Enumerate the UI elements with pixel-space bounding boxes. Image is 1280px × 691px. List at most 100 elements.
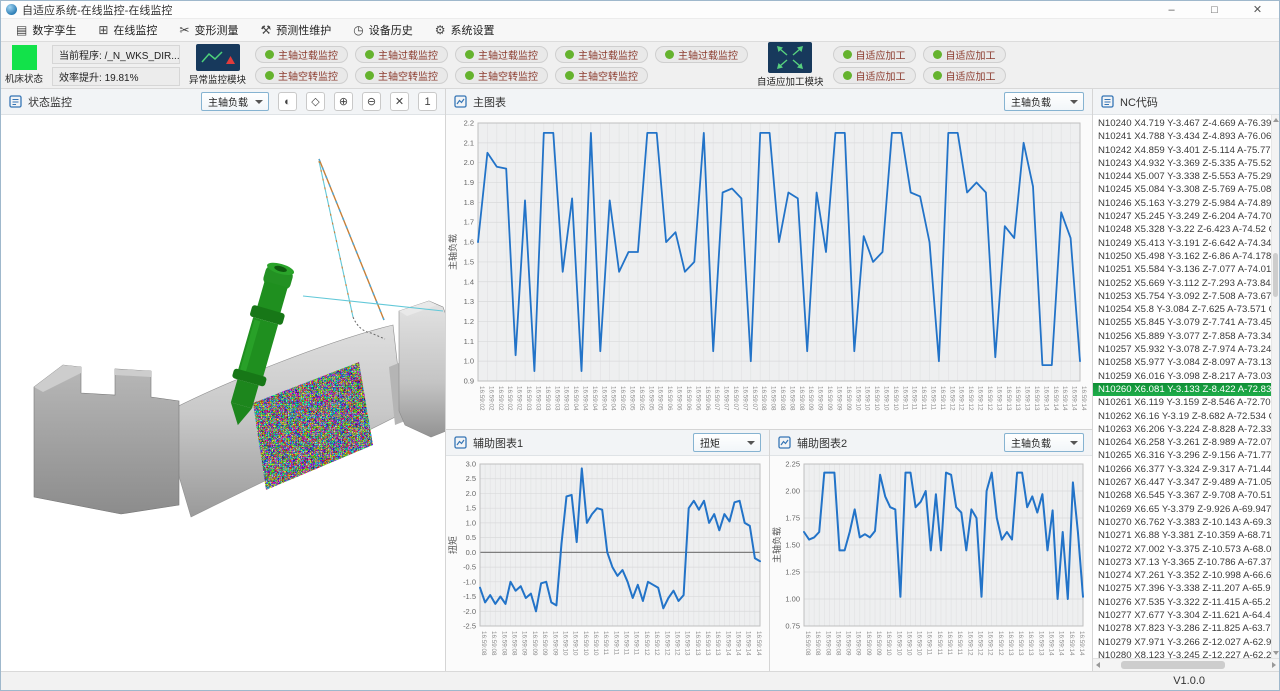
svg-text:16:59:13: 16:59:13 xyxy=(694,631,701,656)
adaptive-machining-button[interactable]: 自适应加工 xyxy=(833,46,916,63)
nc-line[interactable]: N10256 X5.889 Y-3.077 Z-7.858 A-73.348 xyxy=(1093,330,1271,343)
adaptive-machining-button[interactable]: 自适应加工 xyxy=(923,67,1006,84)
nc-line[interactable]: N10267 X6.447 Y-3.347 Z-9.489 A-71.055 xyxy=(1093,476,1271,489)
menu-item-deformation-measure[interactable]: ✂ 变形测量 xyxy=(168,19,249,41)
nc-line[interactable]: N10274 X7.261 Y-3.352 Z-10.998 A-66.67 xyxy=(1093,569,1271,582)
scroll-left-arrow-icon[interactable] xyxy=(1096,662,1100,668)
menu-item-digital-twin[interactable]: ▤ 数字孪生 xyxy=(5,19,87,41)
spindle-overload-monitor-button[interactable]: 主轴过载监控 xyxy=(355,46,448,63)
view-signal-dropdown[interactable]: 主轴负载 xyxy=(201,92,269,111)
svg-text:16:59:08: 16:59:08 xyxy=(779,386,786,411)
nc-line[interactable]: N10280 X8.123 Y-3.245 Z-12.227 A-62.23 xyxy=(1093,649,1271,658)
anomaly-module-block[interactable]: 异常监控模块 xyxy=(189,44,246,86)
aux1-signal-dropdown[interactable]: 扭矩 xyxy=(693,433,761,452)
scrollbar-thumb[interactable] xyxy=(1273,253,1278,297)
maximize-button[interactable]: □ xyxy=(1193,1,1236,18)
close-button[interactable]: ✕ xyxy=(1236,1,1279,18)
nc-line[interactable]: N10248 X5.328 Y-3.22 Z-6.423 A-74.52 C xyxy=(1093,223,1271,236)
nc-vertical-scrollbar[interactable] xyxy=(1271,115,1279,658)
nc-line[interactable]: N10271 X6.88 Y-3.381 Z-10.359 A-68.711 xyxy=(1093,529,1271,542)
zoom-out-icon[interactable]: ⊖ xyxy=(362,92,381,111)
nc-line[interactable]: N10266 X6.377 Y-3.324 Z-9.317 A-71.443 xyxy=(1093,463,1271,476)
nc-line[interactable]: N10276 X7.535 Y-3.322 Z-11.415 A-65.22 xyxy=(1093,596,1271,609)
nc-line[interactable]: N10264 X6.258 Y-3.261 Z-8.989 A-72.072 xyxy=(1093,436,1271,449)
nc-line[interactable]: N10265 X6.316 Y-3.296 Z-9.156 A-71.771 xyxy=(1093,449,1271,462)
nc-line[interactable]: N10273 X7.13 Y-3.365 Z-10.786 A-67.372 xyxy=(1093,556,1271,569)
nc-line[interactable]: N10258 X5.977 Y-3.084 Z-8.097 A-73.138 xyxy=(1093,356,1271,369)
nc-horizontal-scrollbar[interactable] xyxy=(1093,658,1279,671)
nc-line[interactable]: N10255 X5.845 Y-3.079 Z-7.741 A-73.458 xyxy=(1093,316,1271,329)
nc-line[interactable]: N10262 X6.16 Y-3.19 Z-8.682 A-72.534 C xyxy=(1093,410,1271,423)
nc-line[interactable]: N10275 X7.396 Y-3.338 Z-11.207 A-65.95 xyxy=(1093,582,1271,595)
spindle-idle-monitor-button[interactable]: 主轴空转监控 xyxy=(555,67,648,84)
scroll-up-arrow-icon[interactable] xyxy=(1273,118,1279,122)
nc-line[interactable]: N10254 X5.8 Y-3.084 Z-7.625 A-73.571 C xyxy=(1093,303,1271,316)
aux2-signal-dropdown[interactable]: 主轴负载 xyxy=(1004,433,1084,452)
svg-text:16:59:03: 16:59:03 xyxy=(553,386,560,411)
nc-line[interactable]: N10242 X4.859 Y-3.401 Z-5.114 A-75.775 xyxy=(1093,144,1271,157)
layer-one-button[interactable]: 1 xyxy=(418,92,437,111)
menu-item-system-settings[interactable]: ⚙ 系统设置 xyxy=(424,19,506,41)
nc-line[interactable]: N10249 X5.413 Y-3.191 Z-6.642 A-74.346 xyxy=(1093,237,1271,250)
svg-text:16:59:11: 16:59:11 xyxy=(633,631,640,656)
scroll-down-arrow-icon[interactable] xyxy=(1273,651,1279,655)
main-chart-signal-dropdown[interactable]: 主轴负载 xyxy=(1004,92,1084,111)
machine-3d-view[interactable] xyxy=(1,115,445,671)
spindle-overload-monitor-button[interactable]: 主轴过载监控 xyxy=(555,46,648,63)
adaptive-machining-button[interactable]: 自适应加工 xyxy=(833,67,916,84)
spindle-idle-monitor-button[interactable]: 主轴空转监控 xyxy=(455,67,548,84)
nc-line[interactable]: N10279 X7.971 Y-3.266 Z-12.027 A-62.98 xyxy=(1093,636,1271,649)
nc-line[interactable]: N10277 X7.677 Y-3.304 Z-11.621 A-64.48 xyxy=(1093,609,1271,622)
svg-text:16:59:08: 16:59:08 xyxy=(500,631,507,656)
nc-line[interactable]: N10278 X7.823 Y-3.286 Z-11.825 A-63.73 xyxy=(1093,622,1271,635)
nc-line[interactable]: N10268 X6.545 Y-3.367 Z-9.708 A-70.519 xyxy=(1093,489,1271,502)
menu-item-device-history[interactable]: ◷ 设备历史 xyxy=(342,19,423,41)
spindle-overload-monitor-button[interactable]: 主轴过载监控 xyxy=(655,46,748,63)
digital-twin-icon: ▤ xyxy=(16,23,27,37)
spindle-overload-monitor-button[interactable]: 主轴过载监控 xyxy=(255,46,348,63)
spindle-overload-monitor-button[interactable]: 主轴过载监控 xyxy=(455,46,548,63)
nc-line[interactable]: N10243 X4.932 Y-3.369 Z-5.335 A-75.523 xyxy=(1093,157,1271,170)
nc-line[interactable]: N10245 X5.084 Y-3.308 Z-5.769 A-75.088 xyxy=(1093,183,1271,196)
aux-chart2-panel: 辅助图表2 主轴负载 0.751.001.251.501.752.002.251… xyxy=(770,430,1092,671)
nc-line[interactable]: N10263 X6.206 Y-3.224 Z-8.828 A-72.33 C xyxy=(1093,423,1271,436)
nc-line[interactable]: N10252 X5.669 Y-3.112 Z-7.293 A-73.844 xyxy=(1093,277,1271,290)
adaptive-module-block[interactable]: 自适应加工模块 xyxy=(757,42,824,88)
palette-icon[interactable]: ◐ xyxy=(278,92,297,111)
nc-line[interactable]: N10244 X5.007 Y-3.338 Z-5.553 A-75.297 xyxy=(1093,170,1271,183)
scroll-right-arrow-icon[interactable] xyxy=(1272,662,1276,668)
svg-text:16:59:11: 16:59:11 xyxy=(920,386,927,411)
svg-text:16:59:14: 16:59:14 xyxy=(745,631,752,656)
nc-line[interactable]: N10247 X5.245 Y-3.249 Z-6.204 A-74.701 xyxy=(1093,210,1271,223)
menu-item-predictive-maintenance[interactable]: ⚒ 预测性维护 xyxy=(249,19,342,41)
nc-line[interactable]: N10261 X6.119 Y-3.159 Z-8.546 A-72.701 xyxy=(1093,396,1271,409)
nc-line-current[interactable]: N10260 X6.081 Y-3.133 Z-8.422 A-72.835 xyxy=(1093,383,1271,396)
nc-line[interactable]: N10253 X5.754 Y-3.092 Z-7.508 A-73.677 xyxy=(1093,290,1271,303)
nc-line[interactable]: N10272 X7.002 Y-3.375 Z-10.573 A-68.05 xyxy=(1093,543,1271,556)
nc-line[interactable]: N10257 X5.932 Y-3.078 Z-7.974 A-73.243 xyxy=(1093,343,1271,356)
status-dot-icon xyxy=(843,71,852,80)
scrollbar-thumb[interactable] xyxy=(1121,661,1225,669)
spindle-idle-monitor-button[interactable]: 主轴空转监控 xyxy=(255,67,348,84)
svg-text:16:59:03: 16:59:03 xyxy=(563,386,570,411)
nc-line[interactable]: N10259 X6.016 Y-3.098 Z-8.217 A-73.036 xyxy=(1093,370,1271,383)
zoom-in-icon[interactable]: ⊕ xyxy=(334,92,353,111)
nc-line[interactable]: N10270 X6.762 Y-3.383 Z-10.143 A-69.34 xyxy=(1093,516,1271,529)
svg-text:16:59:13: 16:59:13 xyxy=(1007,631,1014,656)
minimize-button[interactable]: – xyxy=(1150,1,1193,18)
nc-line[interactable]: N10269 X6.65 Y-3.379 Z-9.926 A-69.947 C xyxy=(1093,503,1271,516)
nc-line[interactable]: N10250 X5.498 Y-3.162 Z-6.86 A-74.178 C xyxy=(1093,250,1271,263)
clock-icon: ◷ xyxy=(353,23,363,37)
nc-line[interactable]: N10251 X5.584 Y-3.136 Z-7.077 A-74.012 xyxy=(1093,263,1271,276)
status-dot-icon xyxy=(565,71,574,80)
menu-item-online-monitor[interactable]: ⊞ 在线监控 xyxy=(87,19,168,41)
adaptive-machining-button[interactable]: 自适应加工 xyxy=(923,46,1006,63)
svg-text:16:59:11: 16:59:11 xyxy=(623,631,630,656)
nc-line[interactable]: N10240 X4.719 Y-3.467 Z-4.669 A-76.396 xyxy=(1093,117,1271,130)
fit-icon[interactable]: ✕ xyxy=(390,92,409,111)
orbit-icon[interactable]: ◇ xyxy=(306,92,325,111)
spindle-idle-monitor-button[interactable]: 主轴空转监控 xyxy=(355,67,448,84)
nc-line[interactable]: N10246 X5.163 Y-3.279 Z-5.984 A-74.892 xyxy=(1093,197,1271,210)
svg-text:16:59:05: 16:59:05 xyxy=(619,386,626,411)
nc-line[interactable]: N10241 X4.788 Y-3.434 Z-4.893 A-76.062 xyxy=(1093,130,1271,143)
